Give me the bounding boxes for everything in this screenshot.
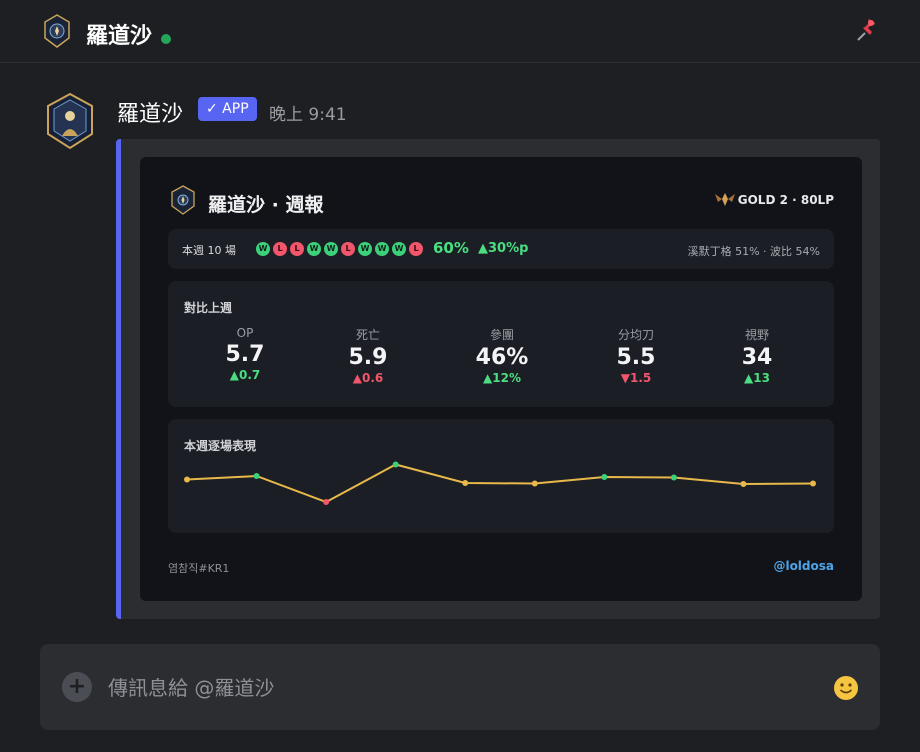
stat-cs-per-min: 分均刀 5.5 ▼1.5: [576, 326, 696, 385]
win-result-badge: W: [256, 242, 270, 256]
performance-point: [392, 461, 399, 468]
online-status-icon: [161, 34, 171, 44]
message-input[interactable]: [106, 672, 810, 704]
rank-emblem-icon: [715, 193, 735, 206]
bot-handle-link[interactable]: @loldosa: [773, 559, 834, 573]
card-logo-icon: [171, 185, 195, 215]
channel-header: 羅道沙: [0, 0, 920, 63]
performance-line-chart: [184, 461, 816, 505]
win-result-badge: W: [392, 242, 406, 256]
stat-label: 分均刀: [617, 328, 654, 342]
winrate-delta: ▲30%p: [478, 241, 529, 256]
comparison-panel: 對比上週 OP 5.7 ▲0.7 死亡 5.9 ▲0.6 參團 46% ▲12%…: [168, 281, 834, 407]
performance-point: [253, 473, 260, 479]
stat-op: OP 5.7 ▲0.7: [185, 326, 305, 382]
performance-point: [670, 474, 677, 481]
attach-plus-button[interactable]: +: [62, 672, 92, 702]
performance-point: [531, 480, 538, 487]
loss-result-badge: L: [273, 242, 287, 256]
stat-value: 46%: [475, 345, 529, 370]
stat-value: 5.7: [225, 342, 265, 367]
win-result-badge: W: [324, 242, 338, 256]
win-result-badge: W: [307, 242, 321, 256]
win-result-badge: W: [375, 242, 389, 256]
loss-result-badge: L: [341, 242, 355, 256]
stat-label: 視野: [744, 328, 769, 342]
stat-delta: ▲12%: [483, 371, 521, 385]
stat-kill-participation: 參團 46% ▲12%: [442, 326, 562, 385]
performance-point: [323, 499, 330, 505]
app-badge: ✓ APP: [198, 97, 257, 121]
stat-label: 參團: [489, 328, 514, 342]
card-title: 羅道沙 · 週報: [208, 194, 324, 216]
stat-value: 5.5: [616, 345, 656, 370]
author-avatar-icon[interactable]: [44, 92, 96, 150]
riot-id: 염참직#KR1: [168, 562, 230, 575]
stat-delta: ▼1.5: [620, 371, 652, 385]
performance-point: [462, 480, 469, 486]
stat-delta: ▲0.7: [229, 368, 261, 382]
message-timestamp: 晚上 9:41: [269, 105, 347, 125]
stat-label: 死亡: [355, 328, 380, 342]
performance-panel: 本週逐場表現: [168, 419, 834, 533]
stat-vision: 視野 34 ▲13: [697, 326, 817, 385]
stat-value: 5.9: [348, 345, 388, 370]
channel-avatar-icon[interactable]: [42, 14, 72, 48]
performance-point: [740, 481, 747, 487]
stat-value: 34: [741, 345, 773, 370]
stat-delta: ▲0.6: [352, 371, 384, 385]
week-games-label: 本週 10 場: [182, 244, 236, 257]
performance-line: [186, 463, 814, 504]
performance-point: [184, 476, 190, 483]
winrate-value: 60%: [433, 239, 469, 257]
comparison-title: 對比上週: [184, 301, 233, 315]
pin-icon[interactable]: [854, 18, 880, 44]
stat-label: OP: [236, 326, 254, 340]
weekly-report-card[interactable]: 羅道沙 · 週報 GOLD 2 · 80LP 本週 10 場 WLLWWLWWW…: [140, 157, 862, 601]
stat-delta: ▲13: [744, 371, 770, 385]
message-composer: +: [40, 644, 880, 730]
match-results: WLLWWLWWWL: [256, 242, 423, 256]
emoji-icon[interactable]: [833, 675, 859, 701]
channel-title: 羅道沙: [86, 24, 153, 49]
win-result-badge: W: [358, 242, 372, 256]
champion-winrates: 溪默丁格 51% · 波比 54%: [687, 245, 820, 258]
rank-text: GOLD 2 · 80LP: [737, 193, 834, 207]
performance-point: [601, 474, 608, 480]
week-results-panel: 本週 10 場 WLLWWLWWWL 60% ▲30%p 溪默丁格 51% · …: [168, 229, 834, 269]
performance-point: [810, 480, 816, 487]
stat-deaths: 死亡 5.9 ▲0.6: [308, 326, 428, 385]
loss-result-badge: L: [290, 242, 304, 256]
loss-result-badge: L: [409, 242, 423, 256]
message-author[interactable]: 羅道沙: [117, 96, 183, 128]
